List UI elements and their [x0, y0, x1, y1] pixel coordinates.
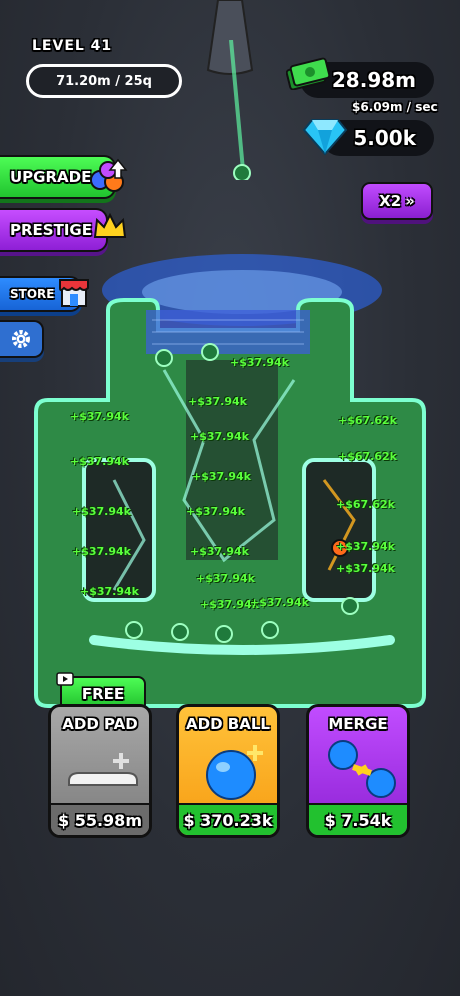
- coin-popup: +$37.94k: [70, 455, 129, 468]
- diamond-icon: [302, 119, 348, 156]
- add-ball-title: ADD BALL: [186, 715, 270, 733]
- cash-icon: [286, 57, 330, 90]
- merge-icon: [328, 740, 396, 798]
- upgrade-balls-icon: [90, 158, 128, 192]
- merge-price: $ 7.54k: [309, 803, 407, 835]
- level-progress: 71.20m / 25q: [26, 64, 182, 98]
- x2-speed-button[interactable]: X2 »: [361, 182, 433, 220]
- add-pad-card[interactable]: ADD PAD $ 55.98m: [48, 704, 152, 838]
- level-label: LEVEL 41: [32, 38, 113, 54]
- fast-forward-icon: »: [405, 192, 415, 210]
- gear-icon: [12, 330, 30, 348]
- coin-popup: +$67.62k: [336, 498, 395, 511]
- merge-card[interactable]: MERGE $ 7.54k: [306, 704, 410, 838]
- add-ball-card[interactable]: ADD BALL $ 370.23k: [176, 704, 280, 838]
- coin-popup: +$37.94k: [336, 562, 395, 575]
- add-ball-price: $ 370.23k: [179, 803, 277, 835]
- x2-label: X2: [379, 192, 402, 210]
- coin-popup: +$37.94k: [192, 470, 251, 483]
- coin-popup: +$37.94k: [250, 596, 309, 609]
- add-pad-price: $ 55.98m: [51, 803, 149, 835]
- coin-popup: +$37.94k: [188, 395, 247, 408]
- merge-title: MERGE: [328, 715, 388, 733]
- coin-popup: +$37.94k: [80, 585, 139, 598]
- coin-popup: +$37.94k: [190, 430, 249, 443]
- upgrade-label: UPGRADE: [10, 168, 92, 186]
- coin-popup: +$67.62k: [338, 450, 397, 463]
- prestige-label: PRESTIGE: [10, 221, 92, 239]
- coin-popup: +$37.94k: [230, 356, 289, 369]
- crown-icon: [93, 212, 127, 238]
- free-label: FREE: [81, 685, 125, 703]
- cash-rate: $6.09m / sec: [352, 100, 438, 114]
- coin-popup: +$37.94k: [196, 572, 255, 585]
- drop-trail: [229, 40, 251, 180]
- ball-icon: [206, 745, 263, 800]
- coin-popup: +$37.94k: [336, 540, 395, 553]
- pad-icon: [68, 753, 138, 786]
- coin-popup: +$67.62k: [338, 414, 397, 427]
- coin-popup: +$37.94k: [72, 545, 131, 558]
- coin-popup: +$37.94k: [70, 410, 129, 423]
- add-pad-title: ADD PAD: [62, 715, 138, 733]
- coin-popup: +$37.94k: [190, 545, 249, 558]
- coin-popup: +$37.94k: [186, 505, 245, 518]
- coin-popup: +$37.94k: [72, 505, 131, 518]
- video-ad-icon: [56, 672, 74, 686]
